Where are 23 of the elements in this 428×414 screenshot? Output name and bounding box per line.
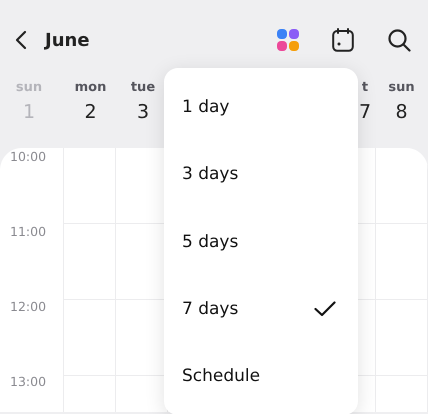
menu-item[interactable]: 5 days <box>164 208 358 276</box>
hour-label: 12:00 <box>9 298 48 316</box>
weekday-label: tue <box>130 80 156 95</box>
date-number[interactable]: 8 <box>395 101 408 123</box>
menu-item[interactable]: 3 days <box>164 140 358 208</box>
month-title: June <box>45 30 90 50</box>
menu-item[interactable]: 7 days <box>164 275 358 343</box>
weekday-label: mon <box>74 80 106 95</box>
hour-label: 11:00 <box>9 223 48 241</box>
search-icon[interactable] <box>387 28 411 52</box>
date-number[interactable]: 3 <box>136 101 150 123</box>
back-icon[interactable] <box>15 30 27 50</box>
calendar-icon[interactable] <box>332 28 354 52</box>
hour-label: 10:00 <box>9 148 48 166</box>
menu-item[interactable]: 1 day <box>164 73 358 140</box>
weekday-label: sun <box>16 80 42 95</box>
apps-icon[interactable] <box>277 29 299 51</box>
date-number[interactable]: 7 <box>358 101 372 123</box>
weekday-label: t <box>362 80 368 95</box>
date-number[interactable]: 2 <box>84 101 97 123</box>
menu-item[interactable]: Schedule <box>164 342 358 410</box>
hour-label: 13:00 <box>9 373 48 391</box>
weekday-label: sun <box>388 80 415 95</box>
